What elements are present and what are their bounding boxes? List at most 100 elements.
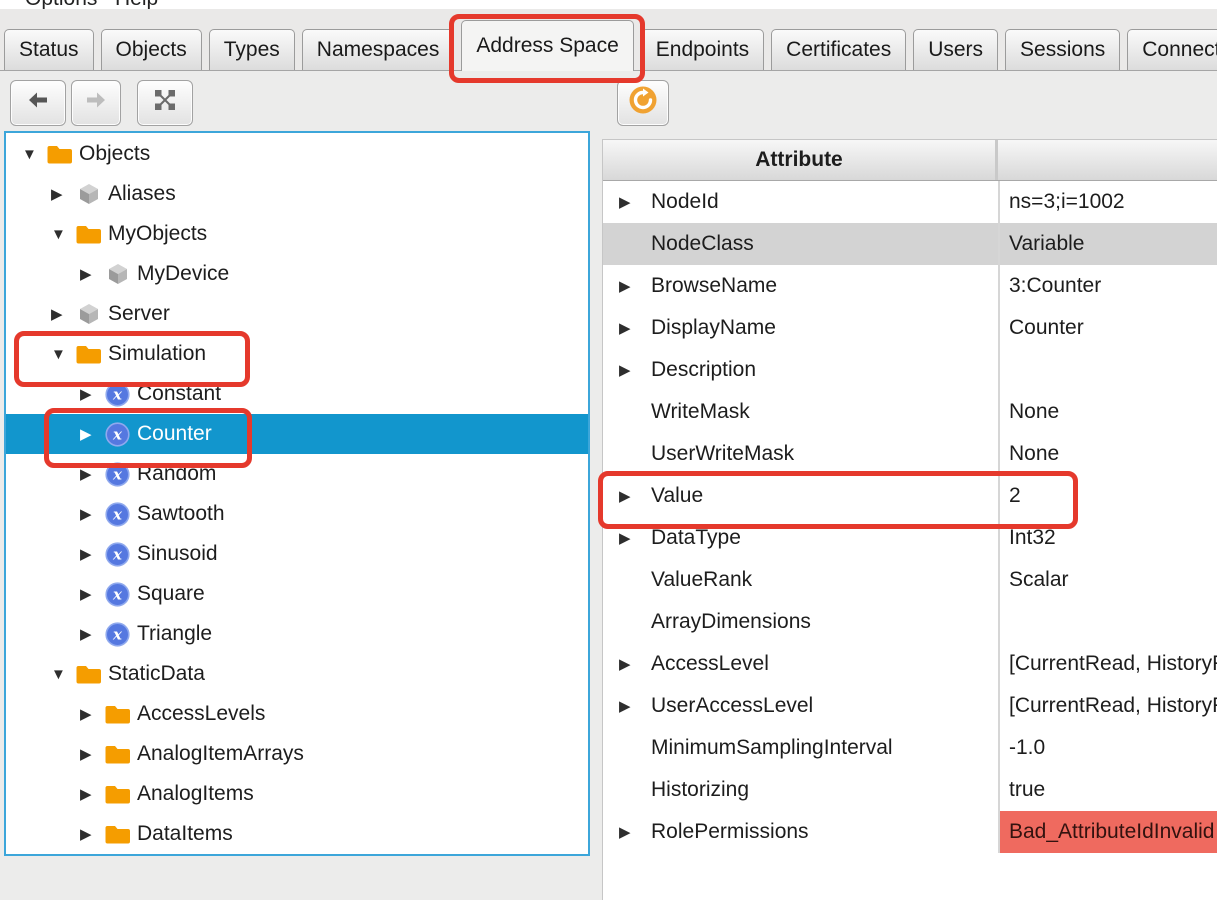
attribute-value: Counter [998,307,1217,349]
svg-text:x: x [112,505,123,523]
expand-icon[interactable]: ▶ [619,181,651,223]
tree-item-random[interactable]: ▶ x Random [6,454,588,494]
graph-view-button[interactable] [137,80,193,126]
attributes-table-header: Attribute [603,140,1217,181]
expand-icon[interactable]: ▶ [80,465,104,483]
left-arrow-icon [26,89,50,117]
attribute-value: [CurrentRead, HistoryR [998,685,1217,727]
navigate-back-button[interactable] [10,80,66,126]
expand-icon[interactable]: ▶ [80,745,104,763]
tree-item-staticdata[interactable]: ▼ StaticData [6,654,588,694]
refresh-attributes-button[interactable] [617,80,669,126]
attribute-row-nodeclass[interactable]: NodeClassVariable [603,223,1217,265]
tab-objects[interactable]: Objects [101,29,202,70]
attribute-row-datatype[interactable]: ▶DataTypeInt32 [603,517,1217,559]
folder-icon [75,343,102,365]
attribute-row-userwritemask[interactable]: UserWriteMaskNone [603,433,1217,475]
tab-endpoints[interactable]: Endpoints [641,29,764,70]
expand-icon[interactable]: ▶ [619,475,651,517]
tree-item-analogitems[interactable]: ▶ AnalogItems [6,774,588,814]
expand-icon[interactable]: ▶ [80,825,104,843]
attribute-name: DataType [651,517,998,559]
tab-address-space[interactable]: Address Space [461,20,633,71]
tree-item-objects[interactable]: ▼ Objects [6,134,588,174]
expand-icon[interactable]: ▶ [51,305,75,323]
attribute-row-nodeid[interactable]: ▶NodeIdns=3;i=1002 [603,181,1217,223]
expand-icon[interactable]: ▶ [80,505,104,523]
expand-icon[interactable]: ▶ [619,811,651,853]
tab-namespaces[interactable]: Namespaces [302,29,455,70]
tree-item-triangle[interactable]: ▶ x Triangle [6,614,588,654]
collapse-icon[interactable]: ▼ [51,666,75,683]
attribute-row-browsename[interactable]: ▶BrowseName3:Counter [603,265,1217,307]
attribute-row-historizing[interactable]: Historizingtrue [603,769,1217,811]
expand-icon[interactable]: ▶ [619,643,651,685]
navigate-forward-button[interactable] [71,80,121,126]
attribute-row-writemask[interactable]: WriteMaskNone [603,391,1217,433]
expand-icon[interactable]: ▶ [619,349,651,391]
attribute-row-valuerank[interactable]: ValueRankScalar [603,559,1217,601]
expand-icon[interactable]: ▶ [80,585,104,603]
attribute-row-description[interactable]: ▶Description [603,349,1217,391]
expand-icon[interactable]: ▶ [80,625,104,643]
tab-connection-log[interactable]: Connection Log [1127,29,1217,70]
tree-item-label: Objects [79,142,150,166]
tree-item-constant[interactable]: ▶ x Constant [6,374,588,414]
menu-help[interactable]: Help [115,0,158,9]
tree-item-server[interactable]: ▶ Server [6,294,588,334]
expand-icon[interactable]: ▶ [80,785,104,803]
tree-item-sawtooth[interactable]: ▶ x Sawtooth [6,494,588,534]
value-column-header[interactable] [998,140,1217,180]
tree-item-label: MyObjects [108,222,207,246]
attribute-name: RolePermissions [651,811,998,853]
tab-certificates[interactable]: Certificates [771,29,906,70]
folder-icon [104,703,131,725]
attribute-row-minimumsamplinginterval[interactable]: MinimumSamplingInterval-1.0 [603,727,1217,769]
folder-icon [104,823,131,845]
expand-icon[interactable]: ▶ [80,545,104,563]
attribute-row-arraydimensions[interactable]: ArrayDimensions [603,601,1217,643]
expand-icon[interactable]: ▶ [619,307,651,349]
collapse-icon[interactable]: ▼ [22,146,46,163]
expand-icon[interactable]: ▶ [619,265,651,307]
tree-item-sinusoid[interactable]: ▶ x Sinusoid [6,534,588,574]
attribute-column-header[interactable]: Attribute [603,140,998,180]
tab-types[interactable]: Types [209,29,295,70]
menu-options[interactable]: Options [25,0,97,9]
tab-users[interactable]: Users [913,29,998,70]
tree-item-dataitems[interactable]: ▶ DataItems [6,814,588,854]
attribute-name: DisplayName [651,307,998,349]
tree-item-myobjects[interactable]: ▼ MyObjects [6,214,588,254]
expand-icon[interactable]: ▶ [80,425,104,443]
tab-status[interactable]: Status [4,29,94,70]
spacer [619,223,651,265]
attribute-value: [CurrentRead, HistoryR [998,643,1217,685]
collapse-icon[interactable]: ▼ [51,226,75,243]
tree-item-accesslevels[interactable]: ▶ AccessLevels [6,694,588,734]
variable-icon: x [104,622,131,647]
expand-icon[interactable]: ▶ [619,685,651,727]
spacer [619,433,651,475]
tree-item-aliases[interactable]: ▶ Aliases [6,174,588,214]
expand-icon[interactable]: ▶ [51,185,75,203]
expand-icon[interactable]: ▶ [80,705,104,723]
tree-item-counter[interactable]: ▶ x Counter [6,414,588,454]
collapse-icon[interactable]: ▼ [51,346,75,363]
tree-item-analogitemarrays[interactable]: ▶ AnalogItemArrays [6,734,588,774]
attribute-row-accesslevel[interactable]: ▶AccessLevel[CurrentRead, HistoryR [603,643,1217,685]
attribute-row-value[interactable]: ▶Value2 [603,475,1217,517]
expand-icon[interactable]: ▶ [619,517,651,559]
tab-sessions[interactable]: Sessions [1005,29,1120,70]
refresh-icon [627,84,659,122]
attribute-row-rolepermissions[interactable]: ▶RolePermissionsBad_AttributeIdInvalid [603,811,1217,853]
expand-icon[interactable]: ▶ [80,385,104,403]
folder-icon [104,783,131,805]
attribute-row-displayname[interactable]: ▶DisplayNameCounter [603,307,1217,349]
svg-text:x: x [112,585,123,603]
tree-item-mydevice[interactable]: ▶ MyDevice [6,254,588,294]
tree-item-simulation[interactable]: ▼ Simulation [6,334,588,374]
tree-item-label: Constant [137,382,221,406]
attribute-row-useraccesslevel[interactable]: ▶UserAccessLevel[CurrentRead, HistoryR [603,685,1217,727]
tree-item-square[interactable]: ▶ x Square [6,574,588,614]
expand-icon[interactable]: ▶ [80,265,104,283]
